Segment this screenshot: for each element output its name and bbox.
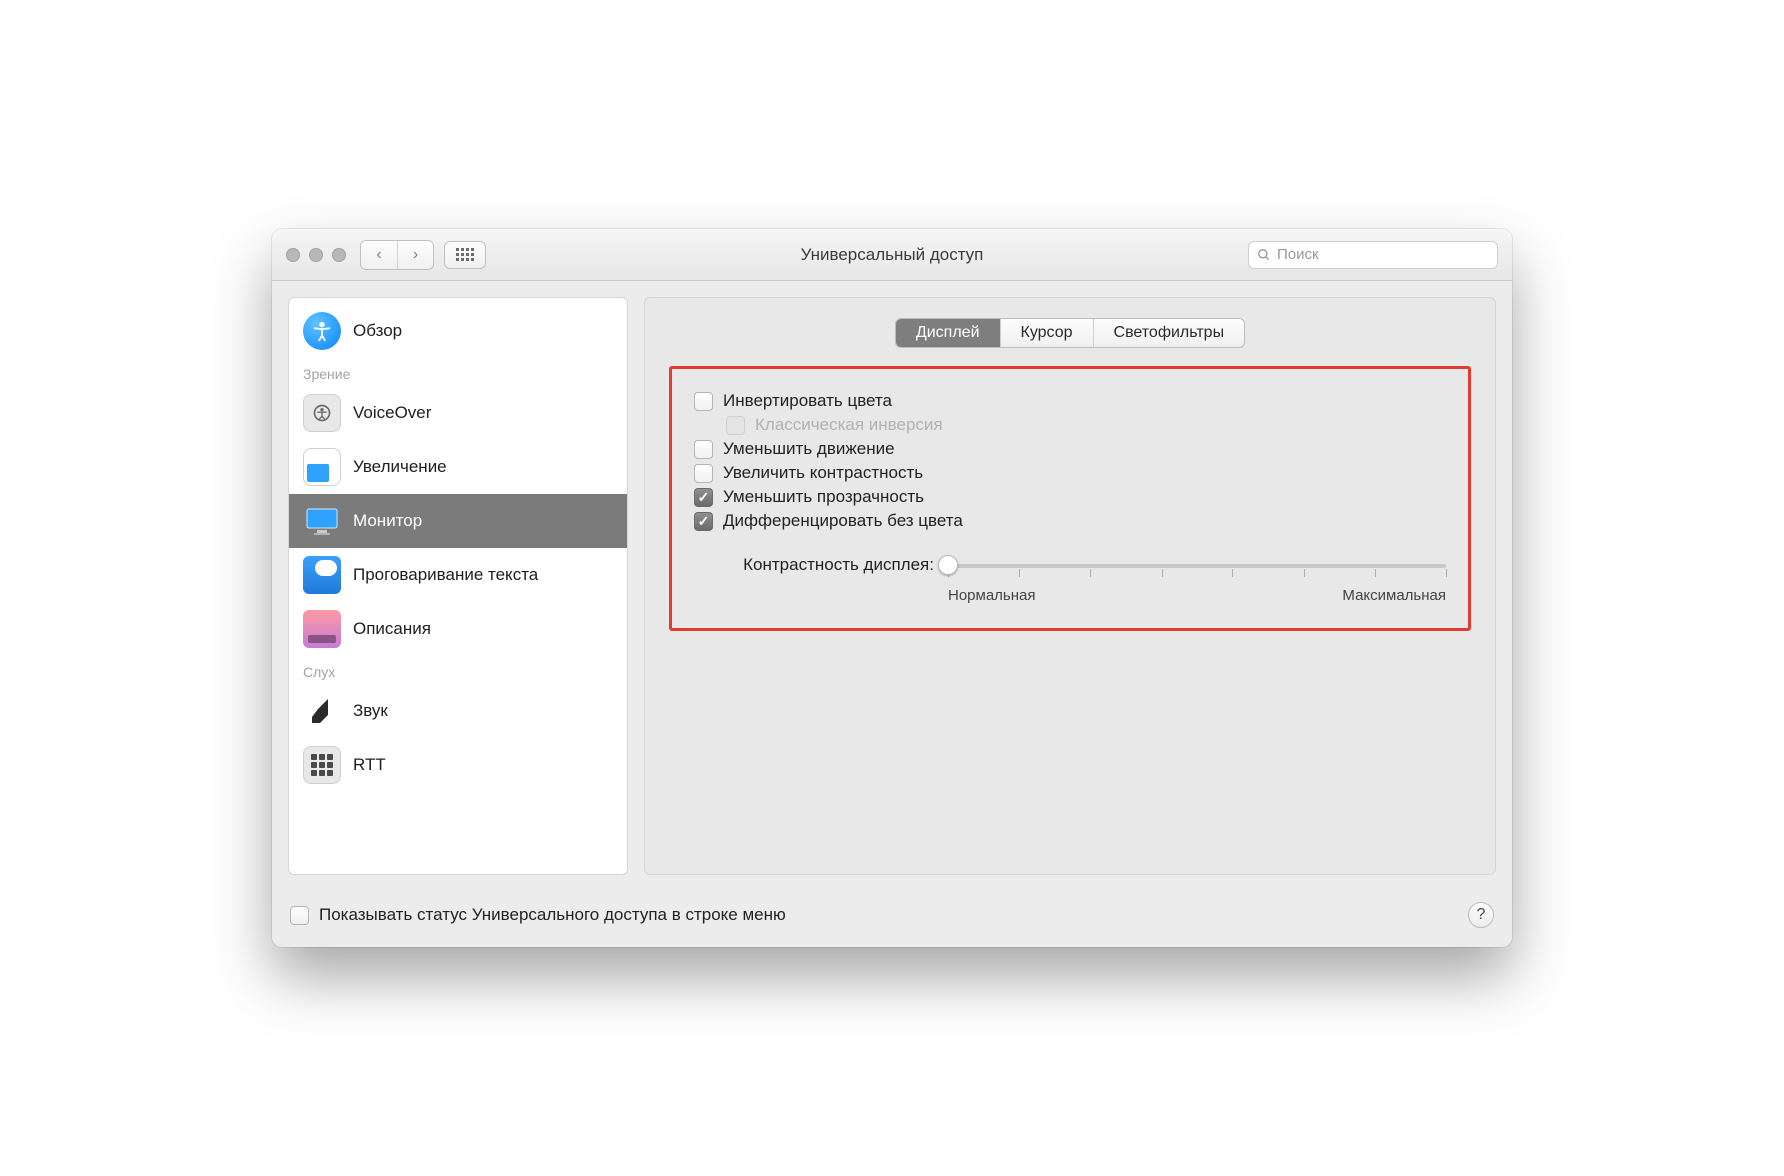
preferences-window: ‹ › Универсальный доступ Обзор bbox=[272, 229, 1512, 947]
show-all-button[interactable] bbox=[444, 241, 486, 269]
titlebar: ‹ › Универсальный доступ bbox=[272, 229, 1512, 281]
checkbox-reduce-transparency[interactable] bbox=[694, 488, 713, 507]
zoom-icon[interactable] bbox=[332, 248, 346, 262]
option-label: Дифференцировать без цвета bbox=[723, 511, 963, 531]
contrast-slider[interactable] bbox=[948, 555, 1446, 575]
nav-segmented: ‹ › bbox=[360, 240, 434, 270]
checkbox-classic-inversion bbox=[726, 416, 745, 435]
sidebar-item-label: Монитор bbox=[353, 511, 422, 531]
descriptions-icon bbox=[303, 610, 341, 648]
accessibility-icon bbox=[303, 312, 341, 350]
sidebar-item-rtt[interactable]: RTT bbox=[289, 738, 627, 792]
footer: Показывать статус Универсального доступа… bbox=[272, 891, 1512, 947]
tab-color-filters[interactable]: Светофильтры bbox=[1093, 319, 1245, 347]
speech-icon bbox=[303, 556, 341, 594]
option-classic-inversion: Классическая инверсия bbox=[726, 415, 1446, 435]
tab-display[interactable]: Дисплей bbox=[896, 319, 1000, 347]
back-button[interactable]: ‹ bbox=[361, 241, 397, 269]
sidebar-section-hearing: Слух bbox=[289, 656, 627, 684]
sidebar: Обзор Зрение VoiceOver Увеличение Монито… bbox=[288, 297, 628, 875]
sidebar-item-voiceover[interactable]: VoiceOver bbox=[289, 386, 627, 440]
option-reduce-transparency[interactable]: Уменьшить прозрачность bbox=[694, 487, 1446, 507]
sidebar-item-descriptions[interactable]: Описания bbox=[289, 602, 627, 656]
minimize-icon[interactable] bbox=[309, 248, 323, 262]
search-icon bbox=[1257, 248, 1271, 262]
speaker-icon bbox=[303, 692, 341, 730]
option-reduce-motion[interactable]: Уменьшить движение bbox=[694, 439, 1446, 459]
highlighted-region: Инвертировать цвета Классическая инверси… bbox=[669, 366, 1471, 631]
option-label: Классическая инверсия bbox=[755, 415, 943, 435]
option-label: Уменьшить движение bbox=[723, 439, 895, 459]
option-label: Увеличить контрастность bbox=[723, 463, 923, 483]
rtt-icon bbox=[303, 746, 341, 784]
search-field[interactable] bbox=[1248, 241, 1498, 269]
option-label: Инвертировать цвета bbox=[723, 391, 892, 411]
sidebar-item-zoom[interactable]: Увеличение bbox=[289, 440, 627, 494]
search-input[interactable] bbox=[1277, 246, 1489, 263]
option-invert-colors[interactable]: Инвертировать цвета bbox=[694, 391, 1446, 411]
sidebar-section-vision: Зрение bbox=[289, 358, 627, 386]
sidebar-item-label: RTT bbox=[353, 755, 386, 775]
sidebar-item-label: Описания bbox=[353, 619, 431, 639]
slider-knob[interactable] bbox=[938, 555, 958, 575]
window-controls bbox=[286, 248, 346, 262]
sidebar-item-label: Увеличение bbox=[353, 457, 447, 477]
slider-max-label: Максимальная bbox=[1342, 587, 1446, 604]
monitor-icon bbox=[303, 502, 341, 540]
contrast-slider-row: Контрастность дисплея: bbox=[694, 555, 1446, 604]
forward-button[interactable]: › bbox=[397, 241, 433, 269]
option-differentiate-without-color[interactable]: Дифференцировать без цвета bbox=[694, 511, 1446, 531]
sidebar-item-label: VoiceOver bbox=[353, 403, 431, 423]
checkbox-reduce-motion[interactable] bbox=[694, 440, 713, 459]
main-panel: Дисплей Курсор Светофильтры Инвертироват… bbox=[644, 297, 1496, 875]
option-label: Уменьшить прозрачность bbox=[723, 487, 924, 507]
option-increase-contrast[interactable]: Увеличить контрастность bbox=[694, 463, 1446, 483]
help-button[interactable]: ? bbox=[1468, 902, 1494, 928]
slider-min-label: Нормальная bbox=[948, 587, 1036, 604]
checkbox-increase-contrast[interactable] bbox=[694, 464, 713, 483]
tab-bar: Дисплей Курсор Светофильтры bbox=[669, 318, 1471, 348]
voiceover-icon bbox=[303, 394, 341, 432]
sidebar-item-speech[interactable]: Проговаривание текста bbox=[289, 548, 627, 602]
slider-label: Контрастность дисплея: bbox=[694, 555, 934, 575]
sidebar-item-label: Обзор bbox=[353, 321, 402, 341]
checkbox-show-status[interactable] bbox=[290, 906, 309, 925]
sidebar-item-overview[interactable]: Обзор bbox=[289, 304, 627, 358]
option-label: Показывать статус Универсального доступа… bbox=[319, 905, 786, 925]
sidebar-item-display[interactable]: Монитор bbox=[289, 494, 627, 548]
sidebar-item-label: Звук bbox=[353, 701, 388, 721]
zoom-window-icon bbox=[303, 448, 341, 486]
grid-icon bbox=[456, 248, 474, 261]
option-show-menu-bar-status[interactable]: Показывать статус Универсального доступа… bbox=[290, 905, 786, 925]
checkbox-invert-colors[interactable] bbox=[694, 392, 713, 411]
checkbox-differentiate[interactable] bbox=[694, 512, 713, 531]
tab-cursor[interactable]: Курсор bbox=[1000, 319, 1093, 347]
close-icon[interactable] bbox=[286, 248, 300, 262]
sidebar-item-label: Проговаривание текста bbox=[353, 565, 538, 585]
sidebar-item-audio[interactable]: Звук bbox=[289, 684, 627, 738]
